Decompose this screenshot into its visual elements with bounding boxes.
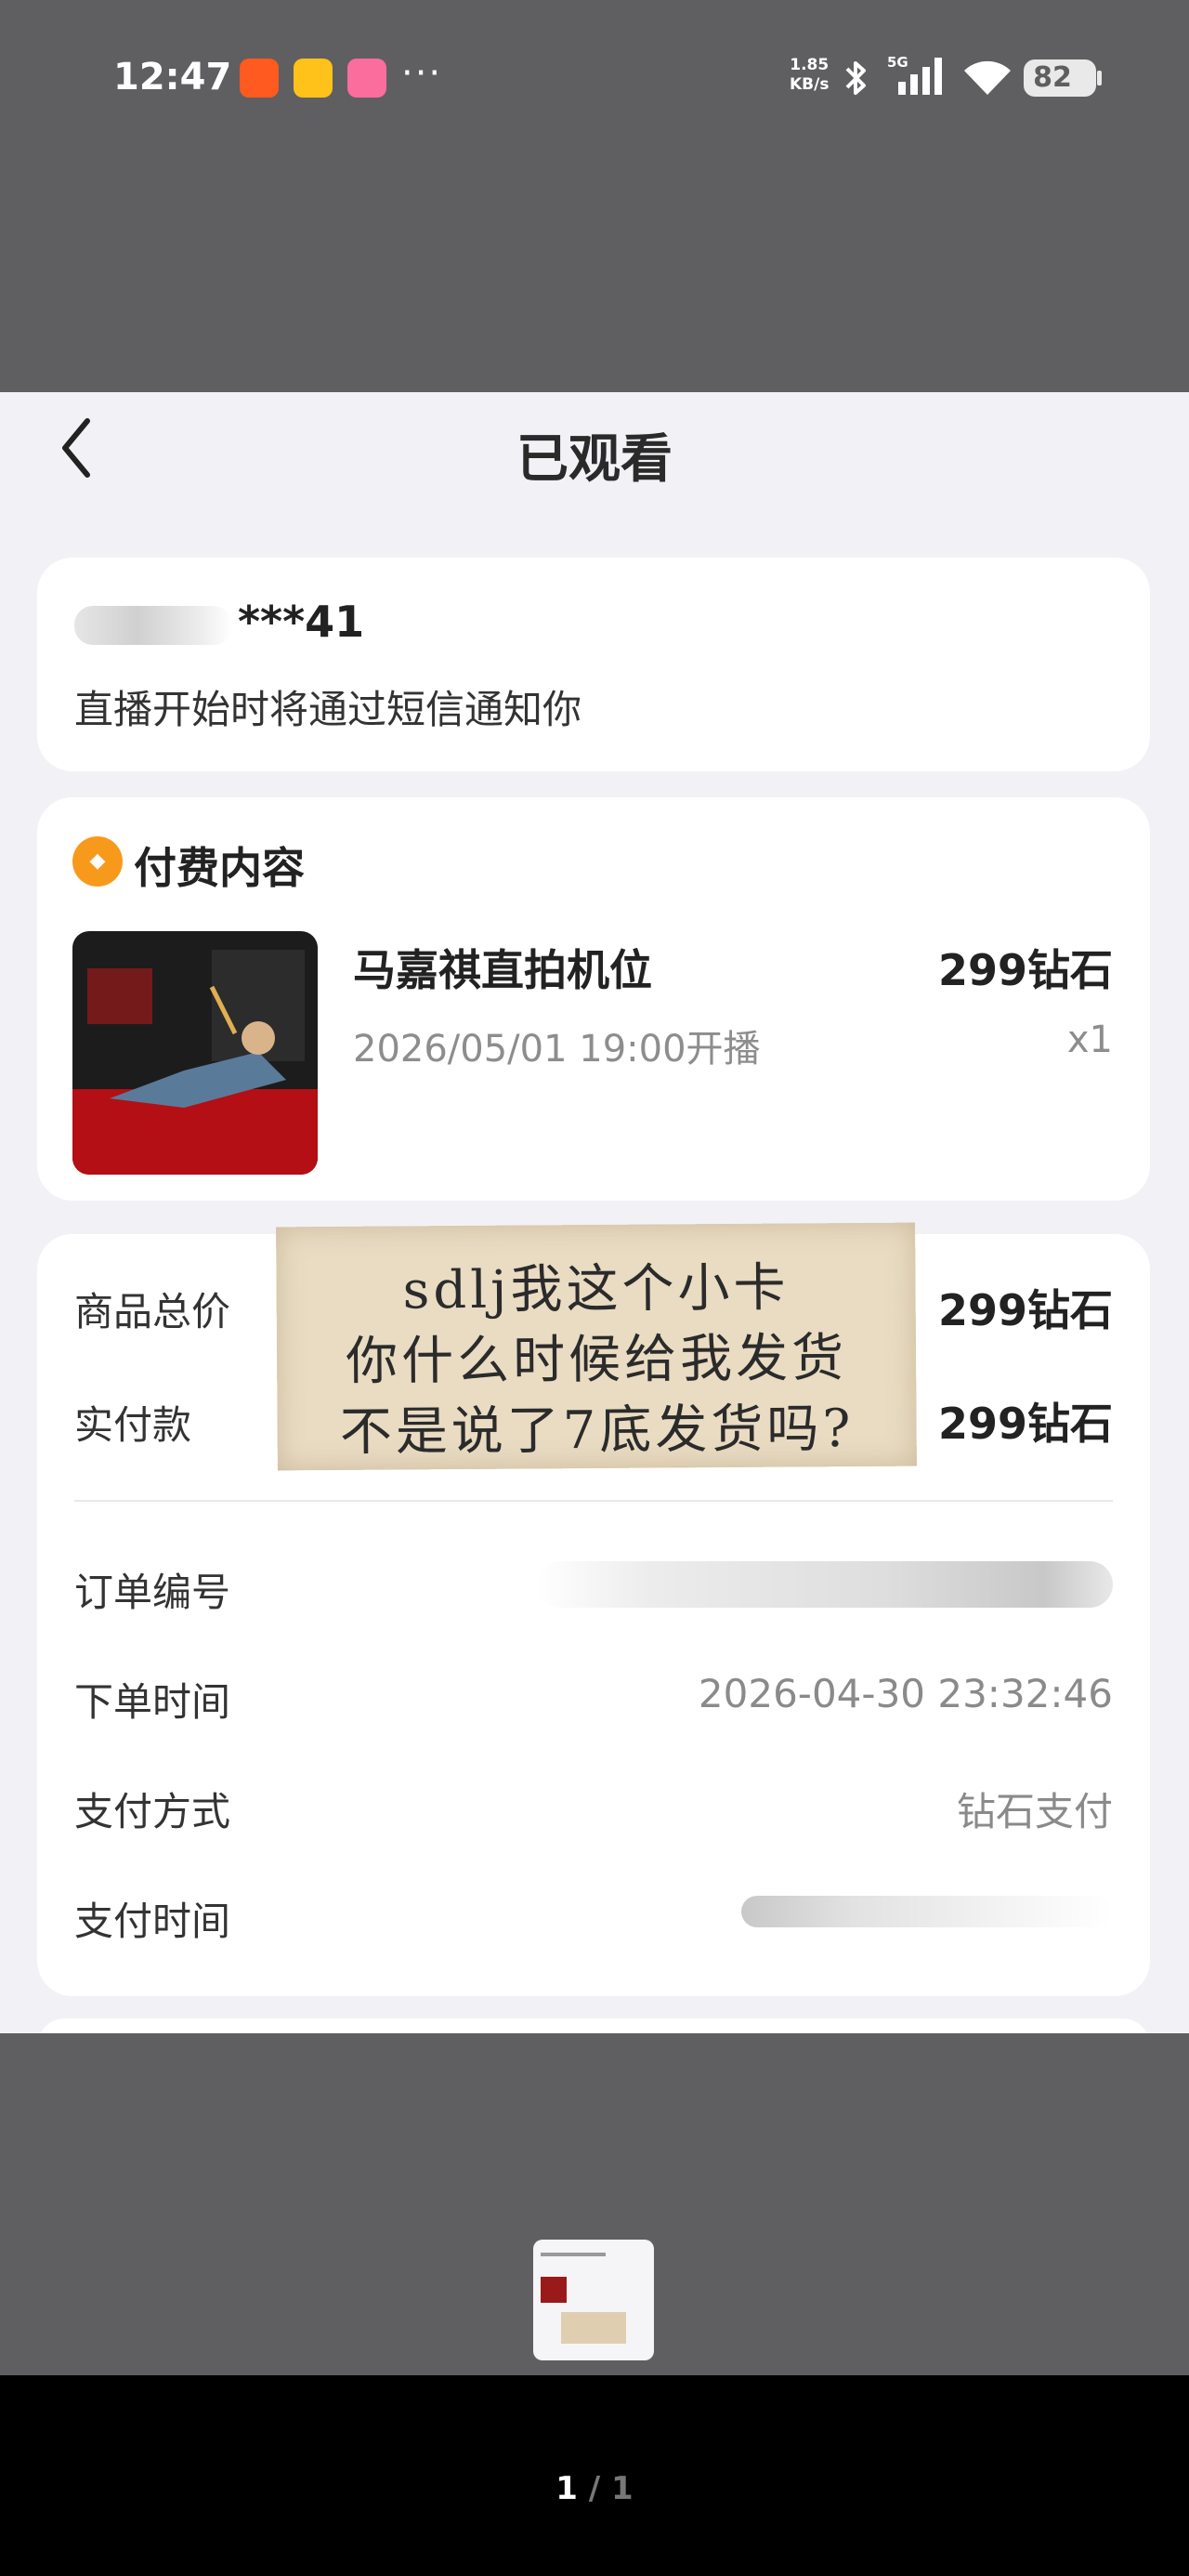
bluetooth-icon (845, 61, 866, 95)
note-line-1: sdlj我这个小卡 (402, 1257, 790, 1321)
handwritten-note: sdlj我这个小卡 你什么时候给我发货 不是说了7底发货吗? (276, 1222, 917, 1471)
signal-icon: 5G (887, 54, 942, 95)
order-time-label: 下单时间 (74, 1679, 231, 1725)
wifi-icon (964, 60, 1011, 95)
section-title: 付费内容 (134, 843, 305, 893)
divider (74, 1500, 1113, 1502)
note-line-2: 你什么时候给我发货 (345, 1328, 848, 1392)
product-thumbnail[interactable] (72, 931, 318, 1175)
payment-method-label: 支付方式 (74, 1789, 231, 1834)
page-separator: / (588, 2470, 601, 2507)
product-quantity: x1 (1066, 1019, 1113, 1061)
phone-number: ***41 (74, 597, 364, 647)
image-thumbnail[interactable] (533, 2240, 654, 2360)
order-number-redacted (537, 1561, 1113, 1608)
total-price-label: 商品总价 (74, 1289, 231, 1334)
payment-time-label: 支付时间 (74, 1899, 231, 1944)
status-time: 12:47 (113, 56, 232, 99)
payment-time-redacted (741, 1896, 1113, 1927)
total-price-value: 299钻石 (937, 1285, 1113, 1335)
product-image (72, 931, 318, 1175)
order-number-label: 订单编号 (74, 1570, 231, 1615)
network-type-label: 5G (887, 54, 908, 71)
product-start-time: 2026/05/01 19:00开播 (353, 1028, 761, 1071)
total-pages: 1 (611, 2470, 634, 2507)
bilibili-icon (347, 59, 386, 98)
kuaishou-icon (240, 59, 279, 98)
payment-method-value: 钻石支付 (956, 1789, 1113, 1834)
more-notifications-icon: ··· (401, 52, 443, 95)
paid-amount-value: 299钻石 (937, 1399, 1113, 1449)
phone-mask (74, 605, 232, 645)
product-name: 马嘉祺直拍机位 (353, 945, 652, 995)
phone-visible-digits: ***41 (238, 597, 365, 647)
sms-notice: 直播开始时将通过短信通知你 (74, 687, 582, 732)
contact-card: ***41 直播开始时将通过短信通知你 (37, 558, 1150, 771)
note-line-3: 不是说了7底发货吗? (339, 1399, 855, 1463)
paid-content-card: ◆ 付费内容 马嘉祺直拍机位 2026/05/01 19:00开播 299钻石 … (37, 797, 1150, 1201)
net-speed-unit: KB/s (790, 75, 830, 94)
order-time-value: 2026-04-30 23:32:46 (698, 1671, 1113, 1716)
weibo-icon (294, 59, 333, 98)
current-page: 1 (555, 2470, 578, 2507)
battery-level: 82 (1033, 61, 1072, 94)
nav-bar: 已观看 (0, 392, 1189, 513)
page-indicator: 1 / 1 (0, 2470, 1189, 2507)
next-card-peek (37, 2018, 1150, 2033)
order-detail-screenshot: 已观看 ***41 直播开始时将通过短信通知你 ◆ 付费内容 马嘉祺直拍机位 2… (0, 392, 1189, 2033)
coin-icon: ◆ (72, 836, 123, 887)
status-bar: 12:47 ··· 1.85 KB/s 5G 82 (0, 0, 1189, 158)
product-price: 299钻石 (937, 945, 1113, 995)
page-title: 已观看 (516, 429, 673, 490)
battery-indicator: 82 (1024, 59, 1102, 97)
net-speed-value: 1.85 (790, 56, 830, 74)
net-speed: 1.85 KB/s (790, 56, 829, 95)
paid-amount-label: 实付款 (74, 1402, 192, 1448)
